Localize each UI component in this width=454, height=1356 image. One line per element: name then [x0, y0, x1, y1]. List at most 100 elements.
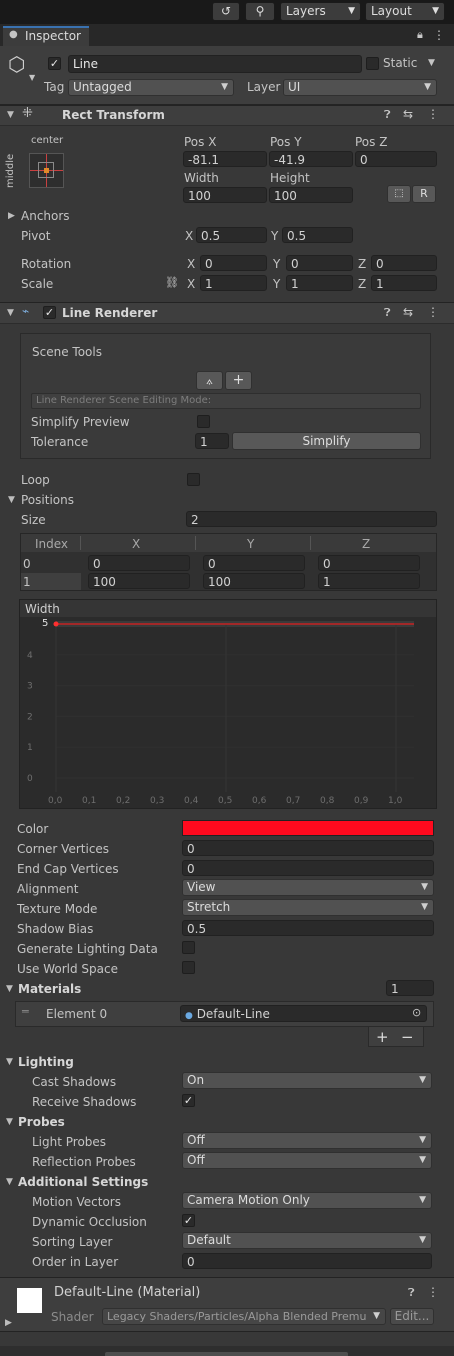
rot-y-field[interactable]: 0 — [286, 255, 353, 271]
preset-icon[interactable]: ⇆ — [403, 107, 413, 121]
row-z-field[interactable]: 0 — [318, 555, 420, 571]
help-icon[interactable]: ❓︎ — [384, 108, 391, 122]
lock-icon[interactable]: 🔒︎ — [417, 28, 423, 42]
probes-label[interactable]: Probes — [18, 1115, 65, 1129]
more-menu-icon[interactable]: ⋮ — [427, 305, 439, 319]
drag-handle-icon[interactable]: ═ — [22, 1005, 29, 1018]
pos-x-field[interactable]: -81.1 — [183, 151, 267, 167]
layers-dropdown[interactable]: Layers ▼ — [280, 2, 361, 21]
anchors-fold-icon[interactable]: ▶ — [8, 211, 15, 221]
anchor-preset-button[interactable] — [29, 153, 64, 188]
alignment-dropdown[interactable]: View ▼ — [182, 879, 434, 896]
search-button[interactable]: ⚲ — [245, 2, 275, 21]
tab-inspector[interactable]: ● Inspector — [3, 26, 89, 46]
positions-fold-icon[interactable]: ▼ — [8, 495, 15, 505]
pivot-x-field[interactable]: 0.5 — [196, 227, 267, 243]
dynamic-occlusion-checkbox[interactable]: ✓ — [182, 1214, 195, 1227]
corner-vertices-field[interactable]: 0 — [182, 840, 434, 856]
fold-arrow-icon[interactable]: ▼ — [7, 110, 14, 120]
chevron-down-icon: ▼ — [348, 6, 355, 16]
material-fold-icon[interactable]: ▶ — [5, 1318, 12, 1328]
row-x-field[interactable]: 100 — [88, 573, 190, 589]
color-swatch[interactable] — [182, 820, 434, 836]
light-probes-dropdown[interactable]: Off ▼ — [182, 1132, 432, 1149]
remove-element-icon[interactable]: − — [401, 1028, 414, 1046]
fold-arrow-icon[interactable]: ▼ — [7, 308, 14, 318]
reflection-probes-label: Reflection Probes — [32, 1155, 136, 1169]
lighting-label[interactable]: Lighting — [18, 1055, 74, 1069]
curve-x-tick-label: 0,2 — [116, 796, 130, 806]
world-space-checkbox[interactable] — [182, 961, 195, 974]
motion-vectors-dropdown[interactable]: Camera Motion Only ▼ — [182, 1192, 432, 1209]
texture-mode-dropdown[interactable]: Stretch ▼ — [182, 899, 434, 916]
loop-checkbox[interactable] — [187, 473, 200, 486]
history-button[interactable]: ↺ — [212, 2, 240, 21]
positions-label[interactable]: Positions — [21, 493, 74, 507]
order-in-layer-field[interactable]: 0 — [182, 1253, 432, 1269]
pos-z-field[interactable]: 0 — [355, 151, 437, 167]
gen-lighting-checkbox[interactable] — [182, 941, 195, 954]
cast-shadows-dropdown[interactable]: On ▼ — [182, 1072, 432, 1089]
rot-x-field[interactable]: 0 — [200, 255, 267, 271]
help-icon[interactable]: ❓︎ — [384, 306, 391, 320]
row-z-field[interactable]: 1 — [318, 573, 420, 589]
simplify-button[interactable]: Simplify — [232, 432, 421, 450]
scale-z-axis: Z — [358, 277, 367, 291]
preset-icon[interactable]: ⇆ — [403, 305, 413, 319]
shadow-bias-field[interactable]: 0.5 — [182, 920, 434, 936]
raw-edit-button[interactable]: R — [412, 185, 436, 203]
active-checkbox[interactable]: ✓ — [48, 57, 61, 70]
additional-settings-label[interactable]: Additional Settings — [18, 1175, 148, 1189]
edit-points-button[interactable]: ⟑ — [196, 371, 223, 390]
tolerance-field[interactable]: 1 — [195, 433, 229, 449]
row-y-field[interactable]: 100 — [203, 573, 305, 589]
receive-shadows-checkbox[interactable]: ✓ — [182, 1094, 195, 1107]
cube-icon[interactable]: ⬡ — [8, 52, 25, 76]
materials-count-field[interactable]: 1 — [386, 980, 434, 996]
lighting-fold-icon[interactable]: ▼ — [6, 1057, 13, 1067]
tag-dropdown[interactable]: Untagged ▼ — [68, 79, 234, 96]
material-title: Default-Line (Material) — [54, 1285, 201, 1300]
scale-x-field[interactable]: 1 — [200, 275, 267, 291]
layer-dropdown[interactable]: UI ▼ — [283, 79, 437, 96]
simplify-preview-checkbox[interactable] — [197, 415, 210, 428]
static-checkbox[interactable] — [366, 57, 379, 70]
constrain-proportions-icon[interactable]: ⛓ — [165, 276, 179, 289]
row-x-field[interactable]: 0 — [88, 555, 190, 571]
edit-shader-button[interactable]: Edit... — [390, 1308, 434, 1325]
height-field[interactable]: 100 — [269, 187, 353, 203]
reflection-probes-dropdown[interactable]: Off ▼ — [182, 1152, 432, 1169]
materials-label[interactable]: Materials — [18, 982, 81, 996]
element0-field[interactable]: ● Default-Line — [180, 1005, 427, 1022]
more-menu-icon[interactable]: ⋮ — [427, 1285, 439, 1299]
scale-y-field[interactable]: 1 — [286, 275, 353, 291]
chevron-down-icon[interactable]: ▼ — [428, 58, 435, 68]
curve-key-point[interactable] — [53, 621, 59, 627]
size-field[interactable]: 2 — [186, 511, 437, 527]
add-component-hint[interactable] — [105, 1352, 348, 1356]
scale-z-field[interactable]: 1 — [371, 275, 437, 291]
shader-dropdown[interactable]: Legacy Shaders/Particles/Alpha Blended P… — [102, 1308, 386, 1325]
materials-fold-icon[interactable]: ▼ — [6, 984, 13, 994]
rot-z-field[interactable]: 0 — [371, 255, 437, 271]
help-icon[interactable]: ❓︎ — [408, 1286, 415, 1300]
object-picker-icon[interactable]: ⊙ — [412, 1006, 421, 1019]
create-points-button[interactable]: + — [225, 371, 252, 390]
end-cap-field[interactable]: 0 — [182, 860, 434, 876]
pos-y-field[interactable]: -41.9 — [269, 151, 353, 167]
sorting-layer-dropdown[interactable]: Default ▼ — [182, 1232, 432, 1249]
add-element-icon[interactable]: + — [376, 1028, 389, 1046]
blueprint-mode-button[interactable]: ⬚ — [387, 185, 411, 203]
probes-fold-icon[interactable]: ▼ — [6, 1117, 13, 1127]
row-y-field[interactable]: 0 — [203, 555, 305, 571]
more-menu-icon[interactable]: ⋮ — [433, 28, 445, 42]
object-name-field[interactable]: Line — [68, 55, 362, 73]
width-curve-graph[interactable]: 4 3 2 1 0 0,0 0,1 0,2 0,3 0,4 0,5 0,6 0,7 0,8 0,9 1,0 — [20, 617, 436, 808]
width-field[interactable]: 100 — [183, 187, 267, 203]
pivot-y-field[interactable]: 0.5 — [282, 227, 353, 243]
more-menu-icon[interactable]: ⋮ — [427, 107, 439, 121]
layout-dropdown[interactable]: Layout ▼ — [365, 2, 445, 21]
line-renderer-enabled-checkbox[interactable]: ✓ — [43, 306, 56, 319]
additional-fold-icon[interactable]: ▼ — [6, 1177, 13, 1187]
anchors-label[interactable]: Anchors — [21, 209, 70, 223]
